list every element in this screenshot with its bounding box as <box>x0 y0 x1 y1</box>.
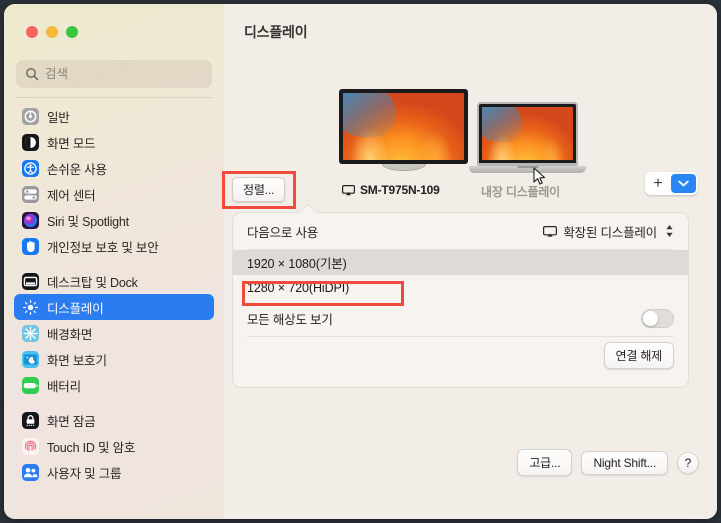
arrange-button-highlight: 정렬... <box>222 171 297 209</box>
use-as-row: 다음으로 사용 확장된 디스플레이 <box>233 213 688 249</box>
laptop-base <box>469 166 586 173</box>
sidebar-item-Touch-ID-및-암호[interactable]: Touch ID 및 암호 <box>14 433 214 459</box>
sidebar-group-0: 일반화면 모드손쉬운 사용제어 센터 Siri 및 Spotlight 개인정보 보… <box>14 103 214 259</box>
system-settings-window: 일반화면 모드손쉬운 사용제어 센터 Siri 및 Spotlight 개인정보 보… <box>4 4 717 519</box>
sidebar-item-Siri-및-Spotlight[interactable]: Siri 및 Spotlight <box>14 207 214 233</box>
sidebar: 일반화면 모드손쉬운 사용제어 센터 Siri 및 Spotlight 개인정보 보… <box>4 4 224 519</box>
page-title: 디스플레이 <box>244 24 308 40</box>
users-groups-icon <box>22 463 39 481</box>
sidebar-item-배터리[interactable]: 배터리 <box>14 372 214 398</box>
chevron-down-icon <box>678 180 689 187</box>
airplay-display-icon <box>342 184 355 195</box>
sidebar-item-디스플레이[interactable]: 디스플레이 <box>14 294 214 320</box>
zoom-button[interactable] <box>66 26 78 38</box>
sidebar-divider <box>16 97 212 98</box>
display-settings-card: 다음으로 사용 확장된 디스플레이 1920 × 1080(기본) 1280 ×… <box>232 205 689 388</box>
window-traffic-lights <box>26 26 78 38</box>
sidebar-item-label: 디스플레이 <box>47 301 104 316</box>
disconnect-button[interactable]: 연결 해제 <box>603 341 674 369</box>
general-gear-icon <box>22 107 39 125</box>
touch-id-icon <box>22 437 39 455</box>
display-label-external: SM-T975N-109 <box>342 183 440 197</box>
use-as-value: 확장된 디스플레이 <box>563 225 657 240</box>
desktop-dock-icon <box>22 272 39 290</box>
resolution-option[interactable]: 1920 × 1080(기본) <box>233 250 688 275</box>
disconnect-row: 연결 해제 <box>233 337 688 373</box>
wallpaper-preview-internal <box>482 107 573 160</box>
sidebar-item-일반[interactable]: 일반 <box>14 103 214 129</box>
external-monitor-bezel <box>339 89 468 164</box>
appearance-icon <box>22 133 39 151</box>
card-pointer <box>299 205 317 213</box>
night-shift-button[interactable]: Night Shift... <box>581 450 668 475</box>
siri-icon <box>22 211 39 229</box>
add-display-button[interactable]: + <box>645 172 671 195</box>
display-thumb-internal[interactable] <box>469 102 586 173</box>
sidebar-item-제어-센터[interactable]: 제어 센터 <box>14 181 214 207</box>
show-all-resolutions-toggle[interactable] <box>641 308 674 328</box>
wallpaper-icon <box>22 324 39 342</box>
sidebar-item-화면-잠금[interactable]: 화면 잠금 <box>14 407 214 433</box>
use-as-popup-button[interactable]: 확장된 디스플레이 <box>543 222 674 241</box>
sidebar-item-label: 배경화면 <box>47 327 93 342</box>
advanced-button[interactable]: 고급... <box>517 449 573 476</box>
close-button[interactable] <box>26 26 38 38</box>
sidebar-item-label: 화면 잠금 <box>47 414 96 429</box>
wallpaper-preview <box>343 93 464 160</box>
laptop-bezel <box>477 102 578 166</box>
sidebar-group-2: 화면 잠금 Touch ID 및 암호사용자 및 그룹 <box>14 407 214 485</box>
sidebar-item-label: 데스크탑 및 Dock <box>47 275 138 290</box>
monitor-stand <box>381 164 426 171</box>
add-display-group: + <box>645 172 698 195</box>
show-all-resolutions-label: 모든 해상도 보기 <box>247 312 333 327</box>
display-thumb-external[interactable] <box>339 89 468 171</box>
sidebar-item-개인정보-보호-및-보안[interactable]: 개인정보 보호 및 보안 <box>14 233 214 259</box>
display-name-external: SM-T975N-109 <box>360 183 440 197</box>
display-name-internal: 내장 디스플레이 <box>481 185 561 199</box>
sidebar-item-데스크탑-및-Dock[interactable]: 데스크탑 및 Dock <box>14 268 214 294</box>
accessibility-icon <box>22 159 39 177</box>
help-button[interactable]: ? <box>677 451 699 474</box>
sidebar-item-화면-모드[interactable]: 화면 모드 <box>14 129 214 155</box>
resolution-option[interactable]: 1280 × 720(HiDPI) <box>233 275 688 300</box>
sidebar-nav: 일반화면 모드손쉬운 사용제어 센터 Siri 및 Spotlight 개인정보 보… <box>4 103 224 519</box>
sidebar-item-label: 손쉬운 사용 <box>47 162 107 177</box>
sidebar-item-손쉬운-사용[interactable]: 손쉬운 사용 <box>14 155 214 181</box>
sidebar-item-사용자-및-그룹[interactable]: 사용자 및 그룹 <box>14 459 214 485</box>
search-container <box>16 60 212 88</box>
toggle-knob <box>643 310 658 326</box>
sidebar-item-화면-보호기[interactable]: 화면 보호기 <box>14 346 214 372</box>
sidebar-item-label: 사용자 및 그룹 <box>47 466 122 481</box>
screensaver-icon <box>22 350 39 368</box>
sidebar-item-label: 화면 보호기 <box>47 353 107 368</box>
display-icon <box>543 225 558 237</box>
footer-button-bar: 고급... Night Shift... ? <box>517 449 699 476</box>
sidebar-item-label: Siri 및 Spotlight <box>47 214 129 229</box>
search-input[interactable] <box>16 60 212 88</box>
use-as-label: 다음으로 사용 <box>247 225 319 240</box>
sidebar-item-label: Touch ID 및 암호 <box>47 440 136 455</box>
privacy-hand-icon <box>22 237 39 255</box>
sidebar-item-label: 배터리 <box>47 379 81 394</box>
lock-screen-icon <box>22 411 39 429</box>
sidebar-item-label: 일반 <box>47 110 70 125</box>
sidebar-item-label: 제어 센터 <box>47 188 96 203</box>
up-down-stepper-icon <box>665 224 674 238</box>
display-label-internal: 내장 디스플레이 <box>481 183 560 200</box>
arrange-button[interactable]: 정렬... <box>232 177 286 202</box>
display-arrangement-area: SM-T975N-109 내장 디스플레이 정렬... + <box>222 54 717 209</box>
minimize-button[interactable] <box>46 26 58 38</box>
display-brightness-icon <box>22 298 39 316</box>
battery-icon <box>22 376 39 394</box>
sidebar-item-배경화면[interactable]: 배경화면 <box>14 320 214 346</box>
control-center-icon <box>22 185 39 203</box>
add-display-menu-button[interactable] <box>671 174 696 193</box>
sidebar-group-1: 데스크탑 및 Dock 디스플레이배경화면화면 보호기배터리 <box>14 268 214 398</box>
resolution-list: 1920 × 1080(기본) 1280 × 720(HiDPI) <box>233 250 688 300</box>
sidebar-item-label: 개인정보 보호 및 보안 <box>47 240 159 255</box>
show-all-resolutions-row: 모든 해상도 보기 <box>233 300 688 336</box>
sidebar-item-label: 화면 모드 <box>47 136 96 151</box>
detail-pane: 디스플레이 SM-T975N-109 내장 디스플레이 정렬... + 다음으로… <box>222 4 717 519</box>
